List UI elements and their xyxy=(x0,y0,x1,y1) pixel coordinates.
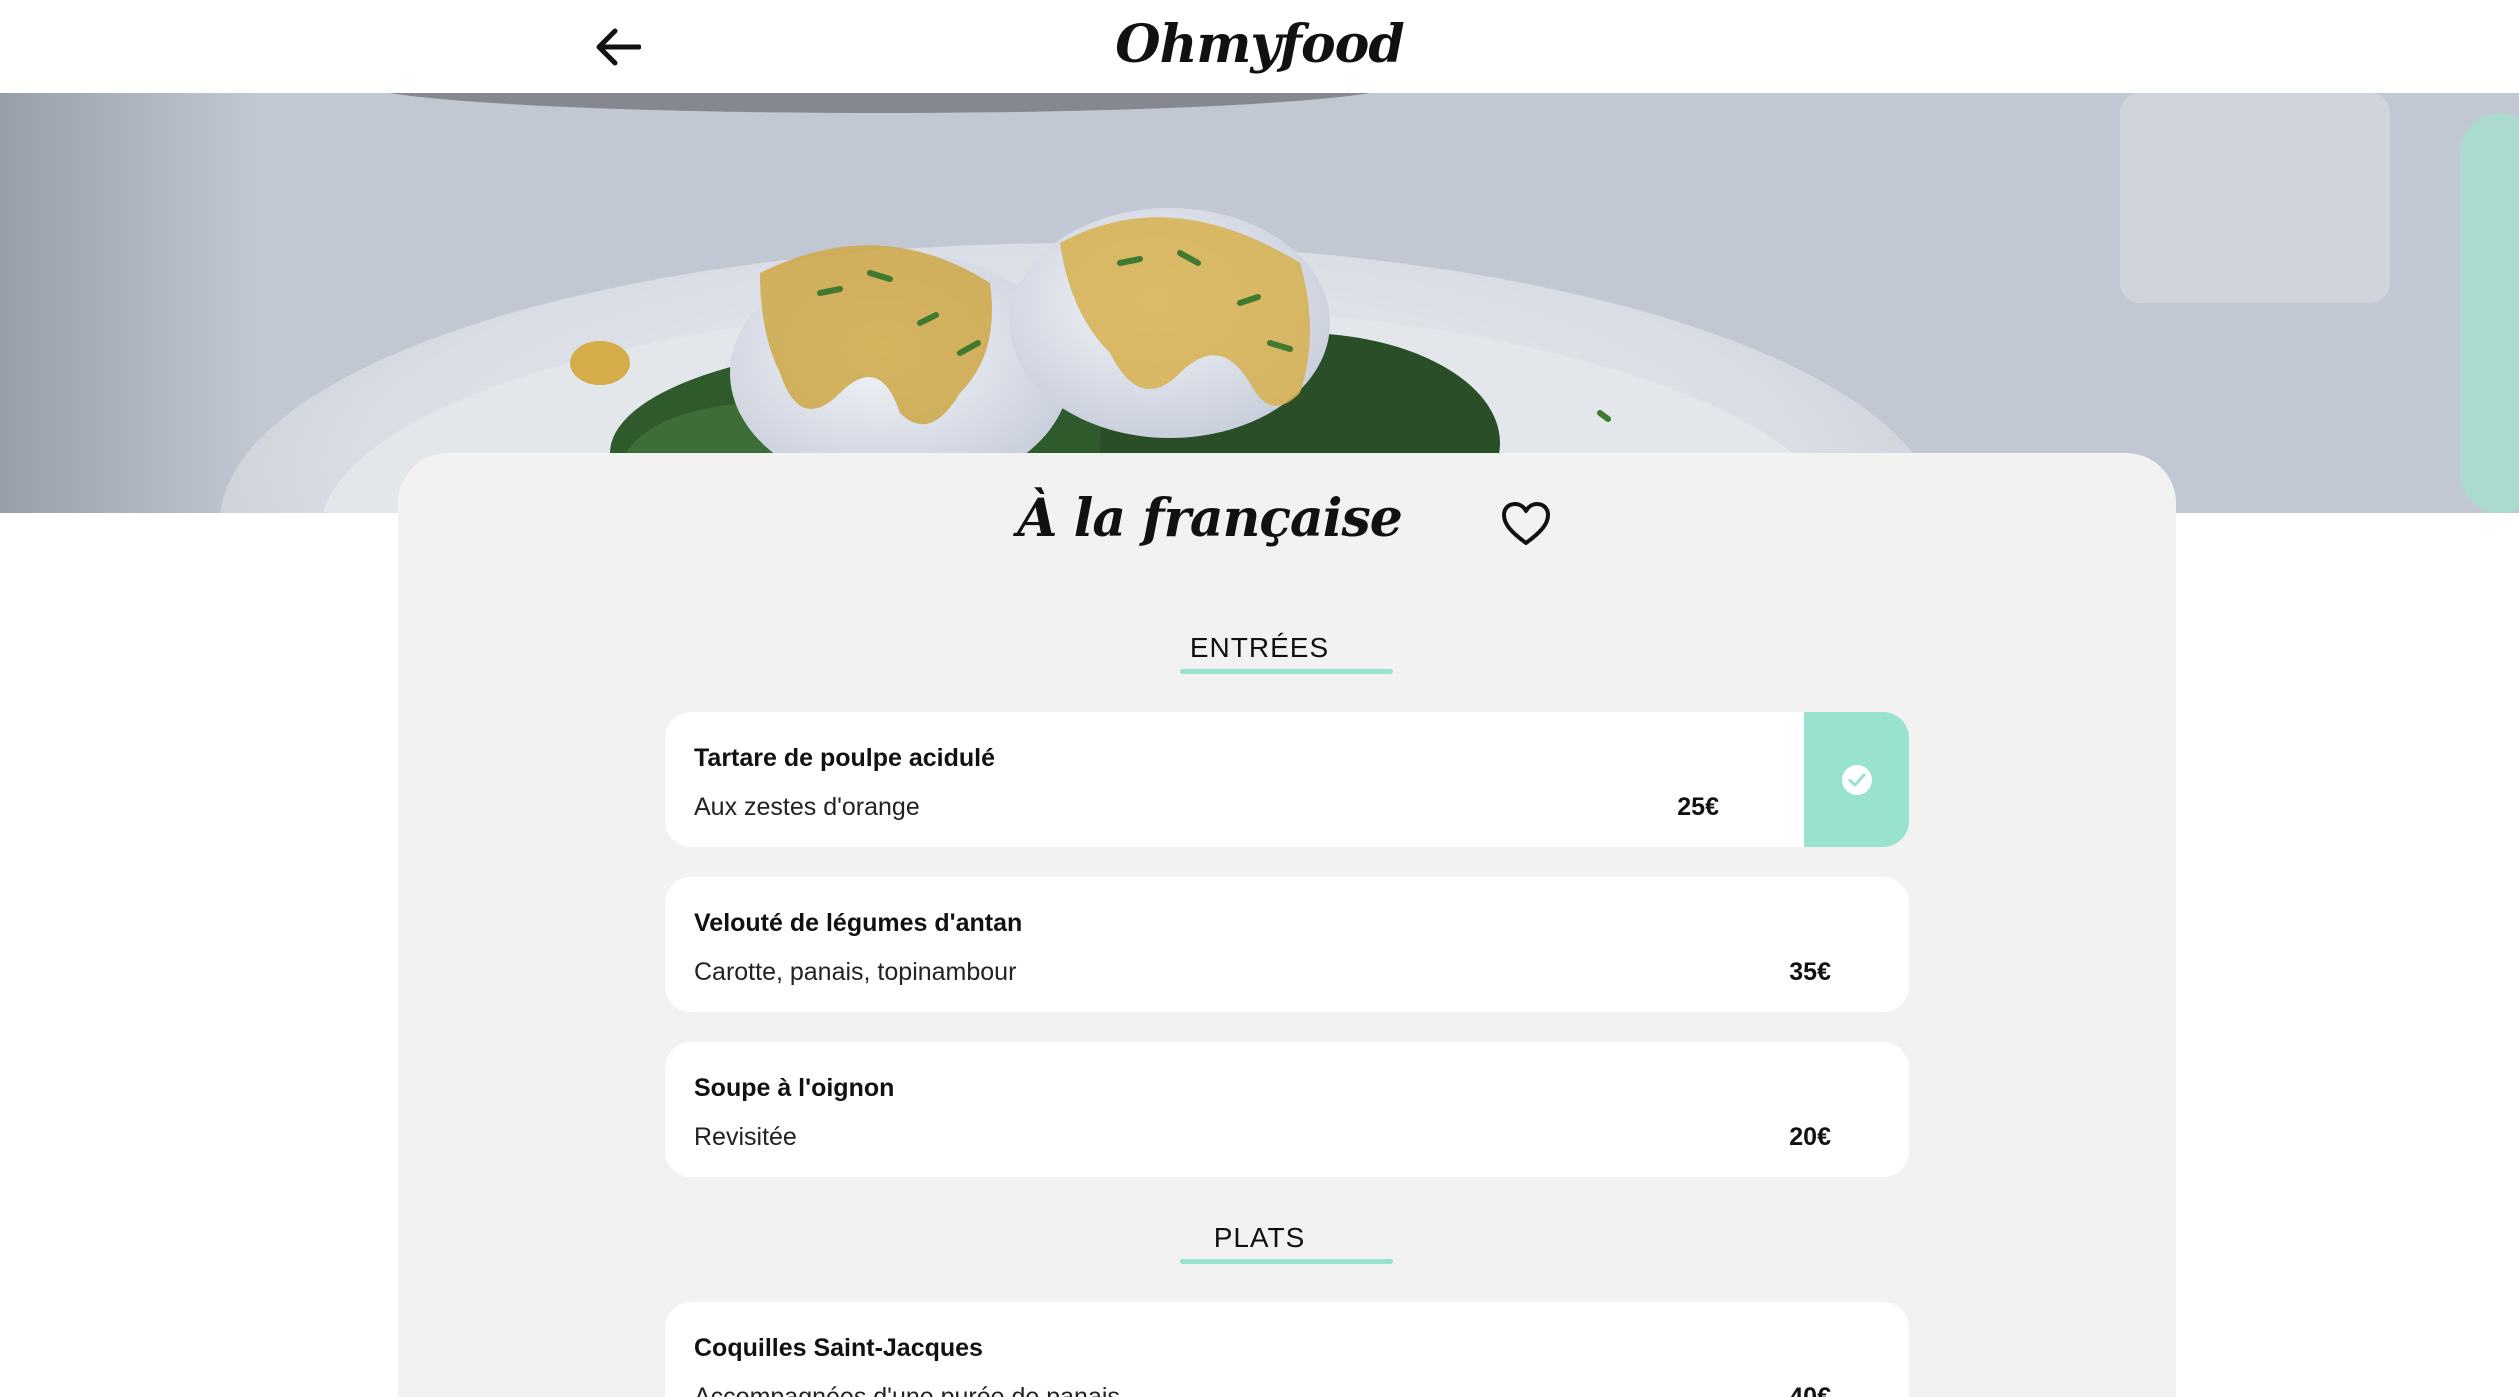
dish-description: Carotte, panais, topinambour xyxy=(694,958,1017,986)
section-title-plats: PLATS xyxy=(1213,1222,1306,1253)
brand-logo[interactable]: Ohmyfood xyxy=(0,14,2519,75)
heart-outline-icon xyxy=(1502,502,1550,545)
dish-name: Coquilles Saint-Jacques xyxy=(694,1334,983,1362)
dish-description: Aux zestes d'orange xyxy=(694,793,920,821)
section-underline xyxy=(1180,1259,1393,1264)
dish-price: 20€ xyxy=(1789,1123,1831,1151)
food-photo xyxy=(0,93,2519,513)
section-underline xyxy=(1180,669,1393,674)
dish-card[interactable]: Coquilles Saint-Jacques Accompagnées d'u… xyxy=(665,1302,1909,1397)
dish-description: Revisitée xyxy=(694,1123,797,1151)
dish-price: 35€ xyxy=(1789,958,1831,986)
dish-selected-indicator[interactable] xyxy=(1804,712,1909,847)
hero-image xyxy=(0,93,2519,513)
menu-page: Ohmyfood À la française ENTRÉES Tartare … xyxy=(0,0,2519,1397)
section-title-entrees: ENTRÉES xyxy=(1189,632,1330,663)
dish-name: Tartare de poulpe acidulé xyxy=(694,744,996,772)
dish-name: Velouté de légumes d'antan xyxy=(694,909,1023,937)
dish-card[interactable]: Soupe à l'oignon Revisitée 20€ xyxy=(665,1042,1909,1177)
favorite-button[interactable] xyxy=(1498,498,1554,550)
dish-price: 25€ xyxy=(1677,793,1719,821)
restaurant-title: À la française xyxy=(1017,488,1403,549)
dish-name: Soupe à l'oignon xyxy=(694,1074,895,1102)
top-header: Ohmyfood xyxy=(0,0,2519,93)
dish-card[interactable]: Tartare de poulpe acidulé Aux zestes d'o… xyxy=(665,712,1909,847)
dish-card[interactable]: Velouté de légumes d'antan Carotte, pana… xyxy=(665,877,1909,1012)
dish-price: 40€ xyxy=(1789,1383,1831,1397)
dish-description: Accompagnées d'une purée de panais xyxy=(694,1383,1120,1397)
check-circle-icon xyxy=(1841,764,1872,795)
